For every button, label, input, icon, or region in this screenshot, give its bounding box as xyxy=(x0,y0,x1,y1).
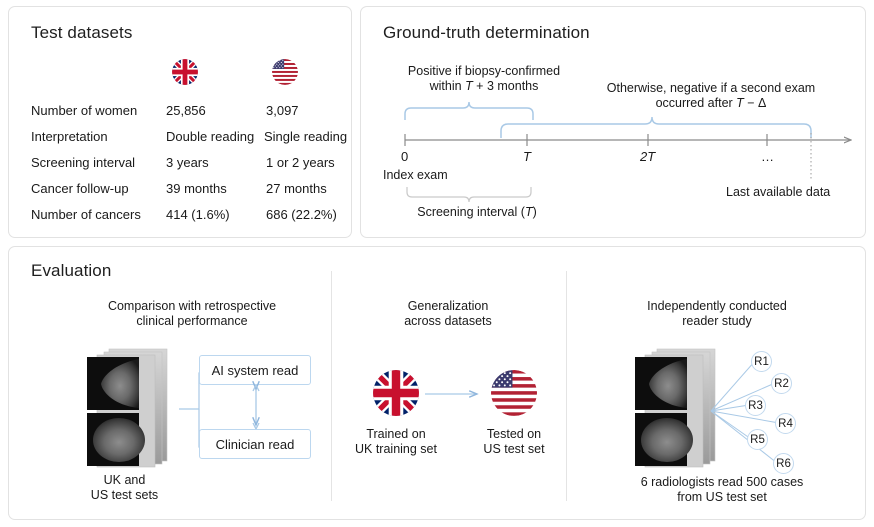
screening-interval-label: Screening interval (T) xyxy=(397,205,557,220)
caption-uk-us-test-sets: UK and US test sets xyxy=(67,473,182,503)
last-available-data-label: Last available data xyxy=(726,185,830,199)
index-exam-label: Index exam xyxy=(383,168,448,182)
table-row-label: Number of women xyxy=(31,103,137,118)
table-cell-us: Single reading xyxy=(264,129,347,144)
table-cell-us: 3,097 xyxy=(266,103,299,118)
reader-label-r5: R5 xyxy=(750,434,765,446)
uk-flag-icon xyxy=(172,59,198,85)
reader-label-r1: R1 xyxy=(754,356,769,368)
table-row-label: Cancer follow-up xyxy=(31,181,129,196)
evaluation-title: Evaluation xyxy=(31,261,111,281)
table-cell-uk: 39 months xyxy=(166,181,227,196)
reader-label-r4: R4 xyxy=(778,418,793,430)
ai-clinician-compare-arrow xyxy=(249,383,263,431)
screening-interval-pre: Screening interval ( xyxy=(417,205,525,219)
reader-fan-lines xyxy=(709,347,839,475)
reader-label-r3: R3 xyxy=(748,400,763,412)
us-flag-icon xyxy=(491,370,537,416)
ai-system-read-box[interactable]: AI system read xyxy=(199,355,311,385)
table-cell-uk: 414 (1.6%) xyxy=(166,207,230,222)
ground-truth-panel: Ground-truth determination Positive if b… xyxy=(360,6,866,238)
reader-circle-r4: R4 xyxy=(775,413,796,434)
positive-window-brace xyxy=(405,102,533,120)
axis-label-0: 0 xyxy=(401,149,408,164)
table-cell-uk: 25,856 xyxy=(166,103,206,118)
table-row-label: Screening interval xyxy=(31,155,135,170)
reader-circle-r6: R6 xyxy=(773,453,794,474)
section-heading-generalization: Generalization across datasets xyxy=(349,299,547,329)
caption-tested-on-us: Tested on US test set xyxy=(461,427,567,457)
screening-interval-post: ) xyxy=(533,205,537,219)
test-datasets-title: Test datasets xyxy=(31,23,132,43)
reader-circle-r1: R1 xyxy=(751,351,772,372)
axis-label-2T: 2T xyxy=(640,149,655,164)
axis-label-ellipsis: … xyxy=(761,149,774,164)
table-row-label: Interpretation xyxy=(31,129,108,144)
section-divider-1 xyxy=(331,271,332,501)
clinician-read-label: Clinician read xyxy=(216,437,295,452)
generalization-arrow xyxy=(423,385,487,403)
negative-window-brace xyxy=(501,117,811,138)
screening-interval-var: T xyxy=(525,205,533,219)
table-cell-us: 1 or 2 years xyxy=(266,155,335,170)
table-cell-uk: Double reading xyxy=(166,129,254,144)
test-datasets-panel: Test datasets Number of women 25,856 3,0… xyxy=(8,6,352,238)
evaluation-panel: Evaluation Comparison with retrospective… xyxy=(8,246,866,520)
us-flag-icon xyxy=(272,59,298,85)
section-heading-comparison: Comparison with retrospective clinical p… xyxy=(67,299,317,329)
caption-reader-study: 6 radiologists read 500 cases from US te… xyxy=(597,475,847,505)
reader-circle-r3: R3 xyxy=(745,395,766,416)
ai-system-read-label: AI system read xyxy=(212,363,299,378)
reader-label-r6: R6 xyxy=(776,458,791,470)
table-row-label: Number of cancers xyxy=(31,207,141,222)
axis-label-T: T xyxy=(523,149,531,164)
table-cell-us: 686 (22.2%) xyxy=(266,207,337,222)
section-divider-2 xyxy=(566,271,567,501)
reader-circle-r5: R5 xyxy=(747,429,768,450)
uk-flag-icon xyxy=(373,370,419,416)
caption-trained-on-uk: Trained on UK training set xyxy=(343,427,449,457)
clinician-read-box[interactable]: Clinician read xyxy=(199,429,311,459)
section-heading-reader-study: Independently conducted reader study xyxy=(597,299,837,329)
table-cell-us: 27 months xyxy=(266,181,327,196)
screening-interval-brace xyxy=(407,187,531,202)
table-cell-uk: 3 years xyxy=(166,155,209,170)
reader-label-r2: R2 xyxy=(774,378,789,390)
reader-circle-r2: R2 xyxy=(771,373,792,394)
